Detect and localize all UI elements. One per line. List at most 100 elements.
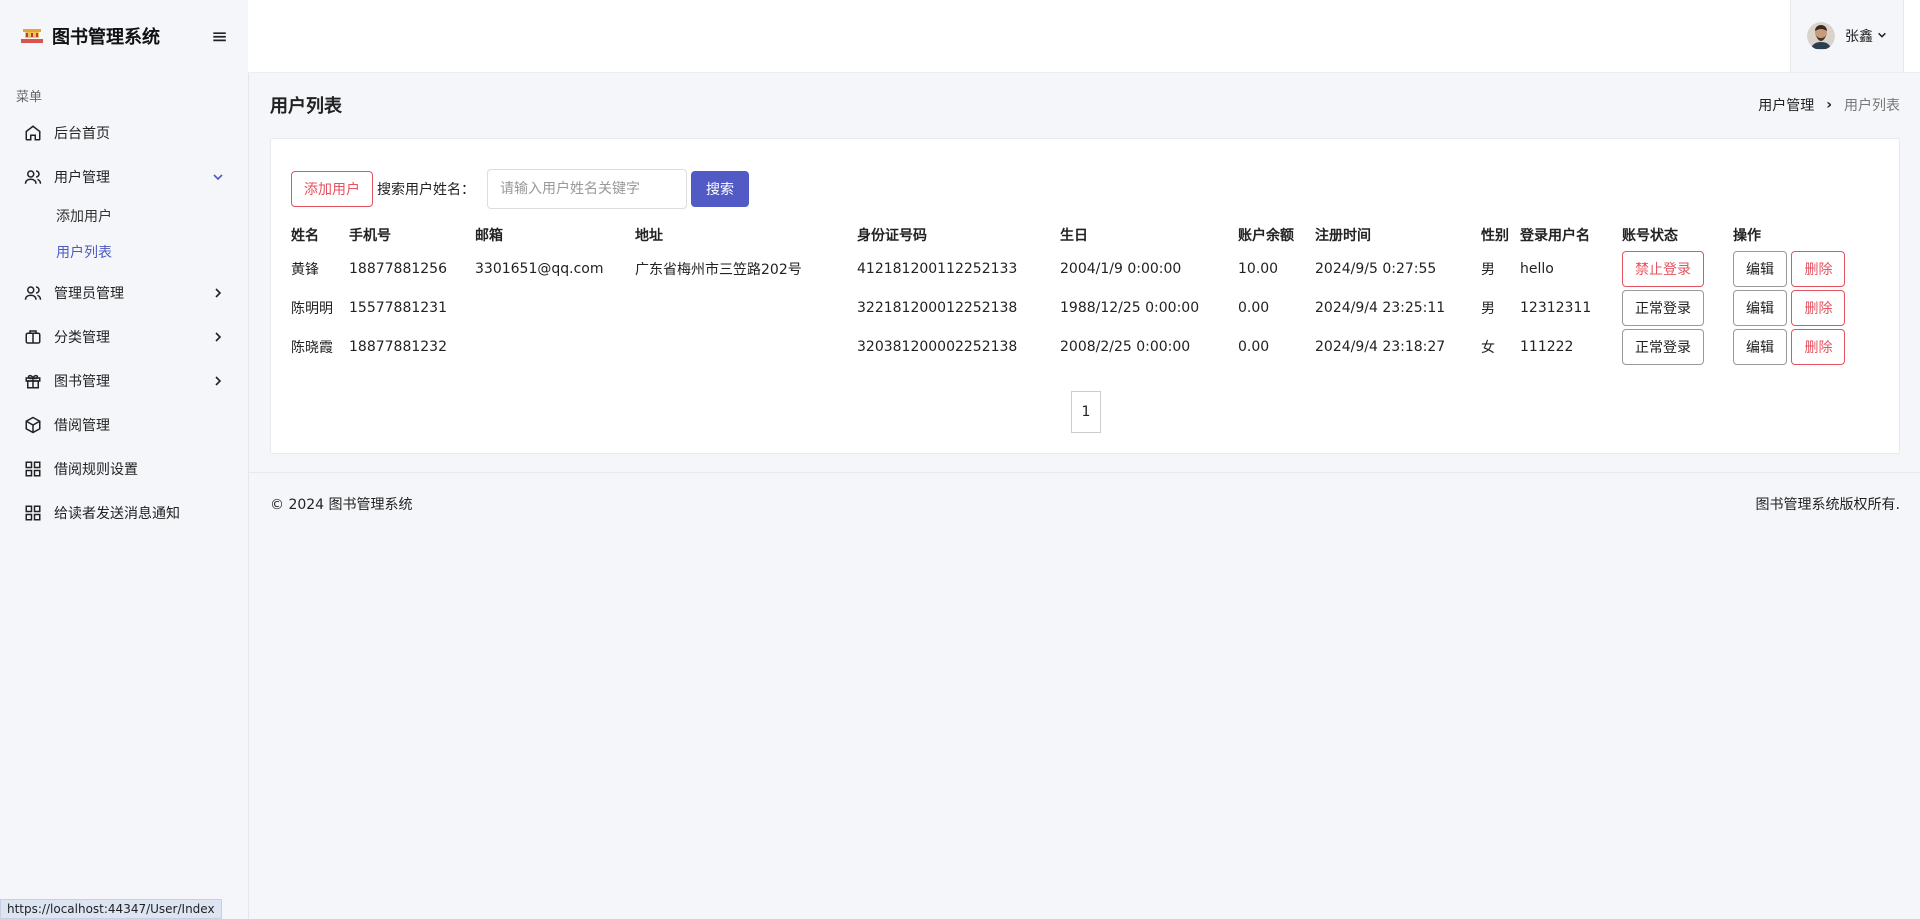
sidebar-item-borrow-management[interactable]: 借阅管理 [0, 403, 248, 447]
cell-status: 正常登录 [1622, 288, 1733, 327]
chevron-right-icon [212, 331, 224, 343]
footer-divider [248, 472, 1920, 473]
cell-phone: 15577881231 [349, 299, 447, 316]
status-bar-url: https://localhost:44347/User/Index [0, 899, 222, 919]
app-title: 图书管理系统 [52, 27, 160, 48]
cell-gender: 女 [1481, 339, 1495, 356]
cell-registered: 2024/9/4 23:18:27 [1315, 338, 1446, 355]
search-label: 搜索用户姓名： [377, 182, 475, 198]
sidebar-item-borrow-rules[interactable]: 借阅规则设置 [0, 447, 248, 491]
sidebar: 图书管理系统 ≡ 菜单 后台首页 用户管理 添加用户 用户列表 管理员管理 分类… [0, 0, 249, 919]
cell-address: 广东省梅州市三笠路202号 [635, 261, 802, 278]
cell-id-number: 412181200112252133 [857, 260, 1018, 277]
table-row: 陈明明 15577881231 322181200012252138 1988/… [291, 288, 1851, 327]
user-name: 张鑫 [1845, 29, 1873, 45]
sidebar-item-label: 给读者发送消息通知 [54, 506, 180, 522]
users-icon [24, 284, 42, 302]
chevron-right-icon [212, 287, 224, 299]
sidebar-item-dashboard[interactable]: 后台首页 [0, 111, 248, 155]
library-logo-icon [20, 27, 44, 45]
cell-email: 3301651@qq.com [475, 260, 604, 277]
cell-address [635, 288, 857, 327]
cell-name: 陈明明 [291, 300, 333, 317]
cell-gender: 男 [1481, 261, 1495, 278]
sidebar-subitem-user-list[interactable]: 用户列表 [0, 235, 248, 271]
pagination-page-1[interactable]: 1 [1071, 391, 1101, 433]
cell-gender: 男 [1481, 300, 1495, 317]
briefcase-icon [24, 328, 42, 346]
chevron-down-icon [1877, 28, 1887, 44]
table-row: 陈晓霞 18877881232 320381200002252138 2008/… [291, 327, 1851, 366]
add-user-button[interactable]: 添加用户 [291, 171, 373, 207]
header-gender: 性别 [1481, 228, 1509, 244]
edit-button[interactable]: 编辑 [1733, 328, 1787, 365]
page-header: 用户列表 用户管理 › 用户列表 [270, 90, 1900, 120]
cell-email [475, 288, 635, 327]
user-menu[interactable]: 张鑫 [1790, 0, 1904, 72]
cell-balance: 0.00 [1238, 338, 1270, 355]
delete-button[interactable]: 删除 [1791, 289, 1846, 326]
user-table: 姓名 手机号 邮箱 地址 身份证号码 生日 账户余额 注册时间 性别 登录用户名… [291, 221, 1851, 366]
cell-status: 禁止登录 [1622, 249, 1733, 288]
sidebar-item-category-management[interactable]: 分类管理 [0, 315, 248, 359]
edit-button[interactable]: 编辑 [1733, 289, 1787, 326]
cell-registered: 2024/9/5 0:27:55 [1315, 260, 1437, 277]
sidebar-item-user-management[interactable]: 用户管理 [0, 155, 248, 199]
header-id-number: 身份证号码 [857, 228, 927, 244]
chevron-right-icon: › [1826, 97, 1832, 113]
header-email: 邮箱 [475, 228, 503, 244]
sidebar-item-book-management[interactable]: 图书管理 [0, 359, 248, 403]
cell-id-number: 320381200002252138 [857, 338, 1018, 355]
chevron-right-icon [212, 375, 224, 387]
header-name: 姓名 [291, 228, 319, 244]
sidebar-item-label: 管理员管理 [54, 286, 124, 302]
header-registered: 注册时间 [1315, 228, 1371, 244]
grid-icon [24, 460, 42, 478]
cell-email [475, 327, 635, 366]
brand: 图书管理系统 ≡ [0, 0, 248, 72]
home-icon [24, 124, 42, 142]
sidebar-item-admin-management[interactable]: 管理员管理 [0, 271, 248, 315]
header-balance: 账户余额 [1238, 228, 1294, 244]
cell-registered: 2024/9/4 23:25:11 [1315, 299, 1446, 316]
breadcrumb-current: 用户列表 [1844, 98, 1900, 114]
sidebar-item-label: 借阅规则设置 [54, 462, 138, 478]
sidebar-subitem-add-user[interactable]: 添加用户 [0, 199, 248, 235]
cell-address [635, 327, 857, 366]
chevron-down-icon [212, 171, 224, 183]
breadcrumb-parent[interactable]: 用户管理 [1758, 95, 1814, 115]
edit-button[interactable]: 编辑 [1733, 250, 1787, 287]
menu-toggle-icon[interactable]: ≡ [211, 24, 228, 48]
search-button[interactable]: 搜索 [691, 171, 749, 207]
cell-status: 正常登录 [1622, 327, 1733, 366]
sidebar-item-send-notification[interactable]: 给读者发送消息通知 [0, 491, 248, 535]
status-toggle-button[interactable]: 正常登录 [1622, 328, 1704, 365]
status-toggle-button[interactable]: 正常登录 [1622, 289, 1704, 326]
status-toggle-button[interactable]: 禁止登录 [1622, 250, 1704, 287]
users-icon [24, 168, 42, 186]
cell-birthday: 1988/12/25 0:00:00 [1060, 299, 1200, 316]
cell-birthday: 2008/2/25 0:00:00 [1060, 338, 1191, 355]
header-username: 登录用户名 [1520, 228, 1590, 244]
header-address: 地址 [635, 228, 663, 244]
header-status: 账号状态 [1622, 228, 1678, 244]
gift-icon [24, 372, 42, 390]
footer: © 2024 图书管理系统 图书管理系统版权所有. [270, 494, 1900, 514]
footer-rights: 图书管理系统版权所有. [1755, 497, 1900, 513]
delete-button[interactable]: 删除 [1791, 250, 1846, 287]
header-birthday: 生日 [1060, 228, 1088, 244]
cell-birthday: 2004/1/9 0:00:00 [1060, 260, 1182, 277]
page-title: 用户列表 [270, 96, 342, 117]
search-input[interactable] [487, 169, 687, 209]
sidebar-item-label: 后台首页 [54, 126, 110, 142]
footer-copyright: © 2024 图书管理系统 [270, 497, 413, 513]
sidebar-item-label: 图书管理 [54, 374, 110, 390]
cell-username: 111222 [1520, 338, 1574, 355]
cell-username: 12312311 [1520, 299, 1592, 316]
cell-username: hello [1520, 260, 1554, 277]
cell-balance: 0.00 [1238, 299, 1270, 316]
cell-phone: 18877881232 [349, 338, 447, 355]
breadcrumb: 用户管理 › 用户列表 [1758, 95, 1900, 115]
menu-caption: 菜单 [16, 90, 43, 105]
delete-button[interactable]: 删除 [1791, 328, 1846, 365]
